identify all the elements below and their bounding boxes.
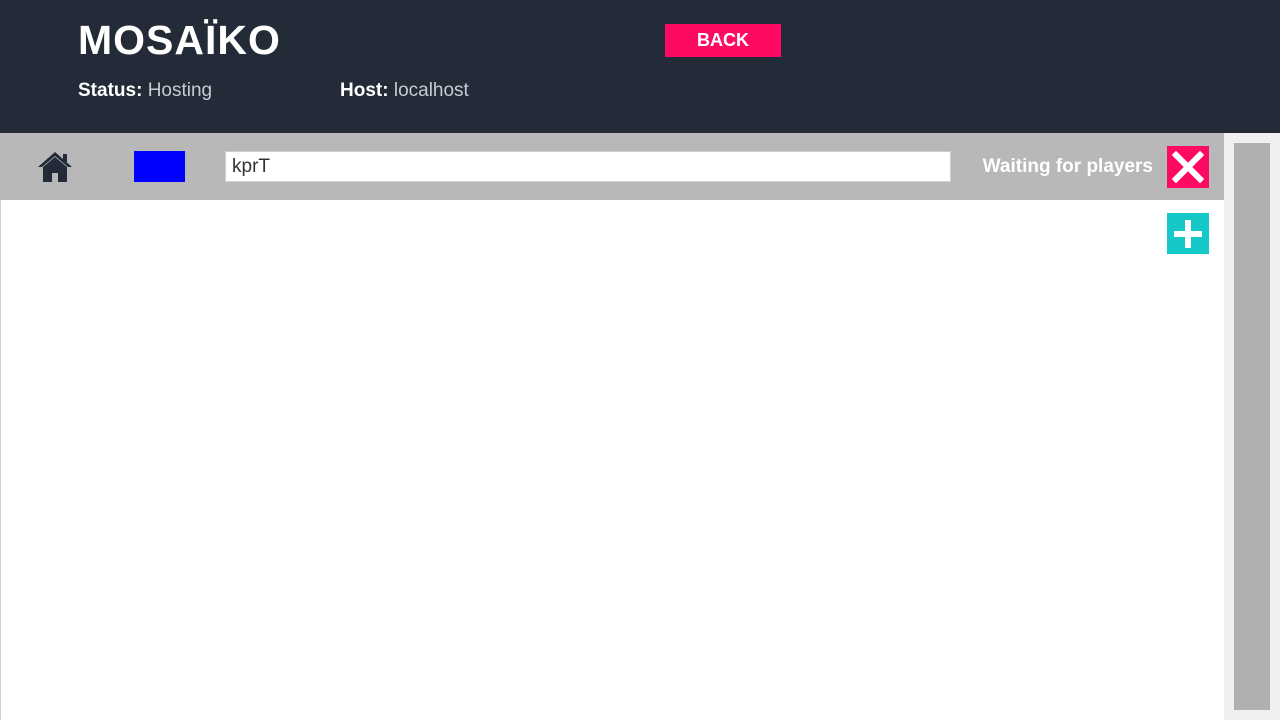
back-button[interactable]: BACK bbox=[665, 24, 781, 57]
status-info: Status: Hosting bbox=[78, 79, 212, 103]
host-label: Host: bbox=[340, 80, 389, 101]
waiting-status: Waiting for players bbox=[982, 156, 1153, 177]
status-value: Hosting bbox=[147, 80, 213, 101]
scrollbar-track[interactable] bbox=[1224, 133, 1280, 720]
add-player-button[interactable] bbox=[1167, 213, 1209, 254]
room-name-input[interactable] bbox=[225, 151, 951, 182]
plus-icon bbox=[1174, 219, 1202, 248]
close-button[interactable] bbox=[1167, 146, 1209, 188]
players-area bbox=[0, 200, 1224, 720]
host-value: localhost bbox=[393, 80, 469, 101]
header-bar: MOSAÏKO BACK Status: Hosting Host: local… bbox=[0, 0, 1280, 133]
status-label: Status: bbox=[78, 80, 143, 101]
room-toolbar: Waiting for players bbox=[0, 133, 1224, 200]
home-icon[interactable] bbox=[37, 150, 73, 184]
app-title: MOSAÏKO bbox=[78, 17, 281, 63]
scrollbar-thumb[interactable] bbox=[1234, 143, 1270, 710]
host-info: Host: localhost bbox=[340, 79, 469, 103]
player-color-swatch[interactable] bbox=[134, 151, 185, 182]
close-icon bbox=[1171, 150, 1205, 184]
